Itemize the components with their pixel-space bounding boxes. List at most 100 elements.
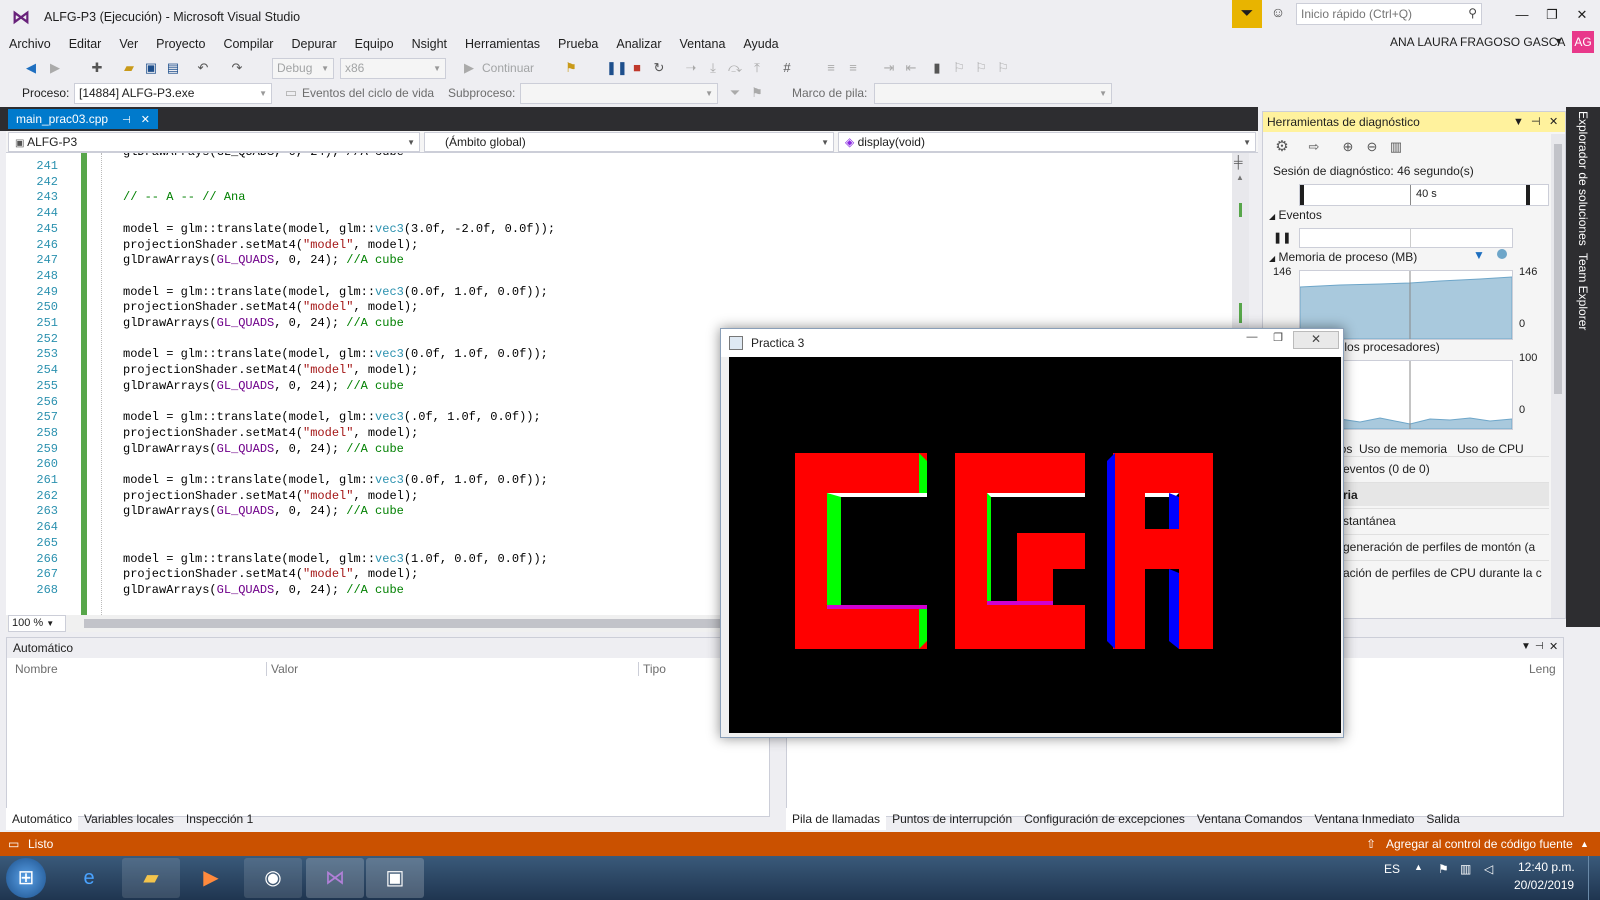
indent-icon[interactable]: ⇥: [880, 59, 898, 77]
comment-icon[interactable]: ≡: [822, 59, 840, 77]
play-icon[interactable]: ▶: [460, 59, 478, 77]
menu-item-proyecto[interactable]: Proyecto: [147, 33, 214, 55]
avatar[interactable]: AG: [1572, 31, 1594, 53]
scroll-thumb[interactable]: [1554, 144, 1562, 394]
menu-item-editar[interactable]: Editar: [60, 33, 111, 55]
session-timeline[interactable]: 40 s: [1299, 184, 1549, 206]
input-language[interactable]: ES: [1384, 862, 1400, 876]
forward-icon[interactable]: ▶: [46, 59, 64, 77]
attach-icon[interactable]: ⚑: [562, 59, 580, 77]
practica-3-titlebar[interactable]: Practica 3 — ❐ ✕: [721, 329, 1343, 357]
events-section-header[interactable]: ◢ Eventos: [1269, 208, 1322, 222]
tab-main-prac03[interactable]: main_prac03.cpp ⊣ ✕: [8, 109, 158, 129]
stop-icon[interactable]: ■: [628, 59, 646, 77]
column-header-name[interactable]: Nombre: [15, 662, 267, 676]
tab-salida[interactable]: Salida: [1420, 808, 1465, 830]
search-icon[interactable]: ⚲: [1468, 6, 1477, 20]
user-name[interactable]: ANA LAURA FRAGOSO GASCA: [1390, 35, 1565, 49]
lifecycle-events-dropdown[interactable]: Eventos del ciclo de vida: [302, 86, 434, 100]
chevron-up-icon[interactable]: ▲: [1580, 832, 1589, 856]
opengl-app-taskbar-icon[interactable]: ▣: [366, 858, 424, 898]
menu-item-ventana[interactable]: Ventana: [671, 33, 735, 55]
action-center-flag-icon[interactable]: ⚑: [1438, 862, 1449, 876]
start-button[interactable]: ⊞: [6, 858, 46, 898]
pin-icon[interactable]: ⊣: [1535, 641, 1544, 652]
diagnostic-tab[interactable]: Uso de CPU: [1457, 442, 1524, 456]
tab-puntos-de-interrupción[interactable]: Puntos de interrupción: [886, 808, 1018, 830]
prev-bookmark-icon[interactable]: ⚐: [950, 59, 968, 77]
menu-item-depurar[interactable]: Depurar: [282, 33, 345, 55]
menu-item-archivo[interactable]: Archivo: [0, 33, 60, 55]
scope-dropdown[interactable]: (Ámbito global) ▼: [424, 132, 834, 152]
uncomment-icon[interactable]: ≡: [844, 59, 862, 77]
split-icon[interactable]: ╪: [1234, 155, 1243, 169]
project-dropdown[interactable]: ▣ ALFG-P3 ▼: [8, 132, 420, 152]
opengl-render-canvas[interactable]: [729, 357, 1341, 733]
quick-launch[interactable]: ⚲: [1296, 3, 1482, 25]
show-desktop-button[interactable]: [1588, 856, 1600, 900]
window-position-icon[interactable]: ▼: [1513, 112, 1524, 132]
hex-display-icon[interactable]: #: [778, 59, 796, 77]
pin-icon[interactable]: ⊣: [1531, 112, 1541, 132]
chevron-down-icon[interactable]: ▼: [1554, 36, 1563, 46]
feedback-icon[interactable]: ☺: [1267, 4, 1289, 26]
tab-pila-de-llamadas[interactable]: Pila de llamadas: [786, 808, 887, 830]
diagnostic-tab[interactable]: Uso de memoria: [1359, 442, 1447, 456]
tray-expand-icon[interactable]: ▲: [1414, 862, 1423, 872]
undo-icon[interactable]: ↶: [194, 59, 212, 77]
configuration-dropdown[interactable]: Debug ▼: [272, 58, 334, 79]
menu-item-ayuda[interactable]: Ayuda: [734, 33, 787, 55]
horizontal-scroll-thumb[interactable]: [84, 619, 744, 628]
tab-ventana-comandos[interactable]: Ventana Comandos: [1191, 808, 1308, 830]
diagnostic-scrollbar[interactable]: [1551, 134, 1565, 618]
open-file-icon[interactable]: ▰: [120, 59, 138, 77]
column-header-value[interactable]: Valor: [271, 662, 639, 676]
step-into-icon[interactable]: ⤓: [704, 59, 722, 77]
tab-ventana-inmediato[interactable]: Ventana Inmediato: [1308, 808, 1420, 830]
function-dropdown[interactable]: ◈ display(void) ▼: [838, 132, 1256, 152]
volume-icon[interactable]: ◁: [1484, 862, 1493, 876]
zoom-out-icon[interactable]: ⊖: [1363, 138, 1381, 156]
window-position-icon[interactable]: ▼: [1521, 641, 1531, 652]
tab-automático[interactable]: Automático: [6, 808, 79, 830]
thread-dropdown[interactable]: ▼: [520, 83, 718, 104]
close-icon[interactable]: ✕: [141, 114, 150, 126]
file-explorer-icon[interactable]: ▰: [122, 858, 180, 898]
maximize-button[interactable]: ❐: [1265, 331, 1291, 349]
clear-bookmarks-icon[interactable]: ⚐: [994, 59, 1012, 77]
clock-date[interactable]: 20/02/2019: [1514, 878, 1574, 892]
scroll-up-icon[interactable]: ▲: [1236, 173, 1244, 182]
zoom-dropdown[interactable]: 100 % ▼: [8, 615, 66, 632]
media-player-icon[interactable]: ▶: [182, 858, 240, 898]
bookmark-icon[interactable]: ▮: [928, 59, 946, 77]
practica-3-window[interactable]: Practica 3 — ❐ ✕: [720, 328, 1344, 738]
close-icon[interactable]: ✕: [1549, 640, 1558, 653]
visual-studio-taskbar-icon[interactable]: ⋈: [306, 858, 364, 898]
next-bookmark-icon[interactable]: ⚐: [972, 59, 990, 77]
back-icon[interactable]: ◀: [22, 59, 40, 77]
chart-icon[interactable]: ▥: [1387, 138, 1405, 156]
menu-item-compilar[interactable]: Compilar: [214, 33, 282, 55]
tab-team-explorer[interactable]: Team Explorer: [1576, 253, 1590, 330]
step-out-icon[interactable]: ⤒: [748, 59, 766, 77]
minimize-button[interactable]: —: [1508, 4, 1536, 26]
network-icon[interactable]: ▥: [1460, 862, 1471, 876]
menu-item-analizar[interactable]: Analizar: [607, 33, 670, 55]
export-icon[interactable]: ⇨: [1305, 138, 1323, 156]
memory-section-header[interactable]: ◢ Memoria de proceso (MB): [1269, 250, 1417, 264]
outdent-icon[interactable]: ⇤: [902, 59, 920, 77]
process-dropdown[interactable]: [14884] ALFG-P3.exe ▼: [74, 83, 272, 104]
tab-configuración-de-excepciones[interactable]: Configuración de excepciones: [1018, 808, 1191, 830]
pin-icon[interactable]: ⊣: [122, 115, 131, 126]
save-icon[interactable]: ▣: [142, 59, 160, 77]
menu-item-nsight[interactable]: Nsight: [403, 33, 456, 55]
menu-item-ver[interactable]: Ver: [110, 33, 147, 55]
tab-inspección-1[interactable]: Inspección 1: [180, 808, 259, 830]
menu-item-equipo[interactable]: Equipo: [346, 33, 403, 55]
notifications-filter-icon[interactable]: ⏷: [1232, 0, 1262, 28]
redo-icon[interactable]: ↷: [228, 59, 246, 77]
column-header-language[interactable]: Leng: [1529, 662, 1563, 676]
stackframe-dropdown[interactable]: ▼: [874, 83, 1112, 104]
close-button[interactable]: ✕: [1568, 4, 1596, 26]
platform-dropdown[interactable]: x86 ▼: [340, 58, 446, 79]
